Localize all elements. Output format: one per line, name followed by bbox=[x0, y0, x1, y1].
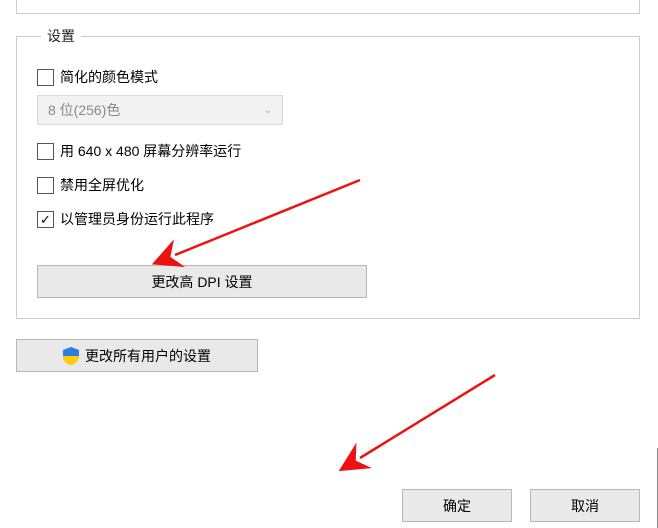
upper-panel-fragment bbox=[16, 0, 640, 14]
ok-label: 确定 bbox=[443, 496, 471, 516]
cancel-button[interactable]: 取消 bbox=[530, 489, 640, 522]
shield-icon bbox=[63, 347, 79, 365]
run-as-admin-label: 以管理员身份运行此程序 bbox=[60, 209, 214, 229]
disable-fullscreen-checkbox[interactable] bbox=[37, 177, 54, 194]
simplified-color-checkbox[interactable] bbox=[37, 69, 54, 86]
settings-group: 设置 简化的颜色模式 8 位(256)色 ⌄ 用 640 x 480 屏幕分辨率… bbox=[16, 36, 640, 319]
dialog-footer: 确定 取消 bbox=[402, 489, 640, 522]
cancel-label: 取消 bbox=[571, 496, 599, 516]
color-depth-select[interactable]: 8 位(256)色 ⌄ bbox=[37, 95, 283, 125]
simplified-color-label: 简化的颜色模式 bbox=[60, 67, 158, 87]
chevron-down-icon: ⌄ bbox=[264, 105, 272, 116]
change-all-users-label: 更改所有用户的设置 bbox=[85, 346, 211, 366]
settings-legend: 设置 bbox=[41, 26, 81, 46]
disable-fullscreen-label: 禁用全屏优化 bbox=[60, 175, 144, 195]
change-high-dpi-label: 更改高 DPI 设置 bbox=[151, 272, 252, 292]
simplified-color-row: 简化的颜色模式 bbox=[37, 67, 619, 87]
ok-button[interactable]: 确定 bbox=[402, 489, 512, 522]
color-depth-value: 8 位(256)色 bbox=[48, 100, 120, 120]
change-all-users-button[interactable]: 更改所有用户的设置 bbox=[16, 339, 258, 372]
run-as-admin-row: 以管理员身份运行此程序 bbox=[37, 209, 619, 229]
change-high-dpi-button[interactable]: 更改高 DPI 设置 bbox=[37, 265, 367, 298]
run-as-admin-checkbox[interactable] bbox=[37, 211, 54, 228]
disable-fullscreen-row: 禁用全屏优化 bbox=[37, 175, 619, 195]
low-res-row: 用 640 x 480 屏幕分辨率运行 bbox=[37, 141, 619, 161]
low-res-checkbox[interactable] bbox=[37, 143, 54, 160]
low-res-label: 用 640 x 480 屏幕分辨率运行 bbox=[60, 141, 241, 161]
